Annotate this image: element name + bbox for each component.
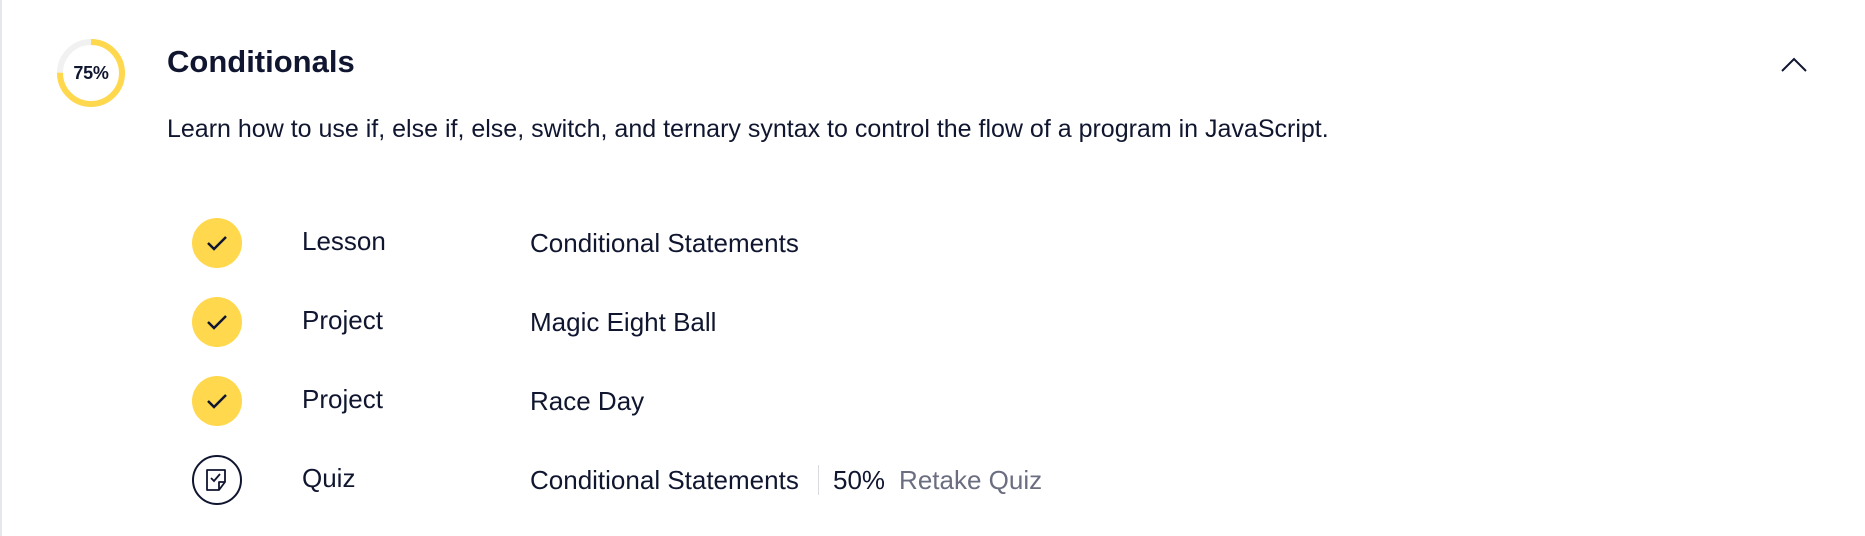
module-panel: 75% Conditionals Learn how to use if, el… <box>0 0 1865 536</box>
module-progress-ring: 75% <box>56 38 126 108</box>
item-type-label: Quiz <box>302 463 356 493</box>
list-item[interactable]: Lesson Conditional Statements <box>192 218 1392 268</box>
check-icon <box>207 315 227 330</box>
list-item[interactable]: Project Magic Eight Ball <box>192 297 1392 347</box>
quiz-score: 50% <box>833 464 886 495</box>
retake-quiz-link[interactable]: Retake Quiz <box>899 465 1042 496</box>
module-description: Learn how to use if, else if, else, swit… <box>167 115 1329 143</box>
item-type-label: Project <box>302 384 383 414</box>
quiz-result: 50% Retake Quiz <box>818 461 1042 499</box>
item-name-link[interactable]: Conditional Statements <box>530 465 799 496</box>
chevron-up-icon <box>1781 57 1807 72</box>
module-title: Conditionals <box>167 44 355 79</box>
check-icon <box>207 394 227 409</box>
item-name-link[interactable]: Race Day <box>530 386 644 417</box>
completed-status <box>192 297 242 347</box>
list-item[interactable]: Project Race Day <box>192 376 1392 426</box>
item-name-link[interactable]: Conditional Statements <box>530 228 799 259</box>
completed-status <box>192 218 242 268</box>
check-icon <box>207 236 227 251</box>
item-name-link[interactable]: Magic Eight Ball <box>530 307 716 338</box>
item-type-label: Lesson <box>302 226 386 256</box>
quiz-icon <box>206 469 226 491</box>
completed-status <box>192 376 242 426</box>
list-item[interactable]: Quiz Conditional Statements 50% Retake Q… <box>192 455 1392 505</box>
divider <box>818 465 819 495</box>
item-type-label: Project <box>302 305 383 335</box>
quiz-status <box>192 455 242 505</box>
progress-percentage: 75% <box>73 62 109 83</box>
collapse-button[interactable] <box>1774 48 1814 82</box>
